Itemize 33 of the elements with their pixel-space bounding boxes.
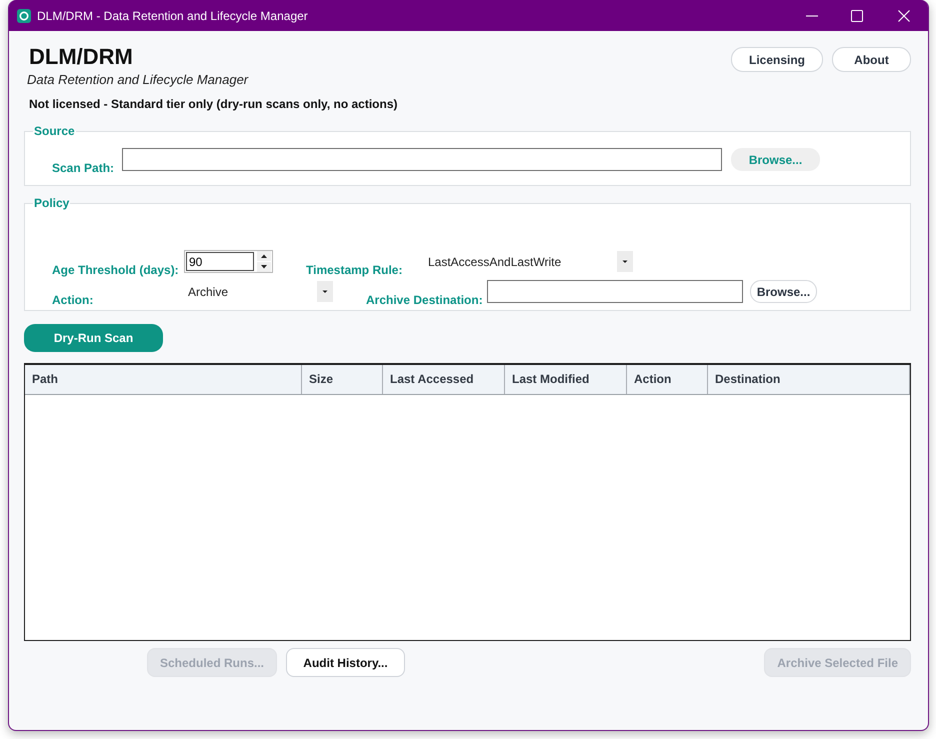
header-button[interactable]: Licensing bbox=[730, 47, 823, 72]
action-dropdown[interactable]: Archive bbox=[184, 281, 333, 302]
group-title: Policy bbox=[33, 195, 70, 211]
age-threshold-label: Age Threshold (days): bbox=[52, 262, 180, 278]
caret-icon bbox=[617, 251, 633, 272]
timestamp-rule-dropdown[interactable]: LastAccessAndLastWrite bbox=[424, 251, 633, 272]
app-subtitle: Data Retention and Lifecycle Manager bbox=[27, 72, 250, 88]
archive-destination-label: Archive Destination: bbox=[366, 292, 483, 308]
window-title: DLM/DRM - Data Retention and Lifecycle Manager bbox=[37, 8, 308, 24]
maximize-icon[interactable] bbox=[851, 10, 863, 22]
column-header[interactable]: Last Accessed bbox=[383, 365, 505, 394]
browse-button[interactable]: Browse... bbox=[750, 280, 817, 303]
header-button[interactable]: About bbox=[832, 47, 911, 72]
timestamp-rule-label: Timestamp Rule: bbox=[306, 262, 404, 278]
group-title: Source bbox=[33, 123, 76, 139]
column-header[interactable]: Action bbox=[627, 365, 708, 394]
caret-icon bbox=[317, 281, 333, 302]
license-status: Not licensed - Standard tier only (dry-run scans only, no actions) bbox=[29, 96, 398, 112]
footer-button[interactable]: Audit History... bbox=[286, 648, 406, 677]
minimize-icon[interactable] bbox=[806, 14, 818, 16]
column-header[interactable]: Last Modified bbox=[505, 365, 627, 394]
column-header[interactable]: Path bbox=[25, 365, 302, 394]
age-threshold-field[interactable]: 90 bbox=[186, 252, 254, 271]
app-name: DLM/DRM bbox=[29, 44, 134, 70]
close-icon[interactable] bbox=[898, 10, 910, 22]
scan-path-field[interactable] bbox=[122, 148, 722, 171]
dry-run-scan-button[interactable]: Dry-Run Scan bbox=[24, 324, 163, 352]
action-label: Action: bbox=[52, 292, 94, 308]
column-header[interactable]: Size bbox=[302, 365, 383, 394]
app-icon bbox=[17, 8, 31, 22]
archive-destination-field[interactable] bbox=[486, 280, 743, 303]
column-header[interactable]: Destination bbox=[708, 365, 910, 394]
scan-path-label: Scan Path: bbox=[52, 160, 114, 176]
